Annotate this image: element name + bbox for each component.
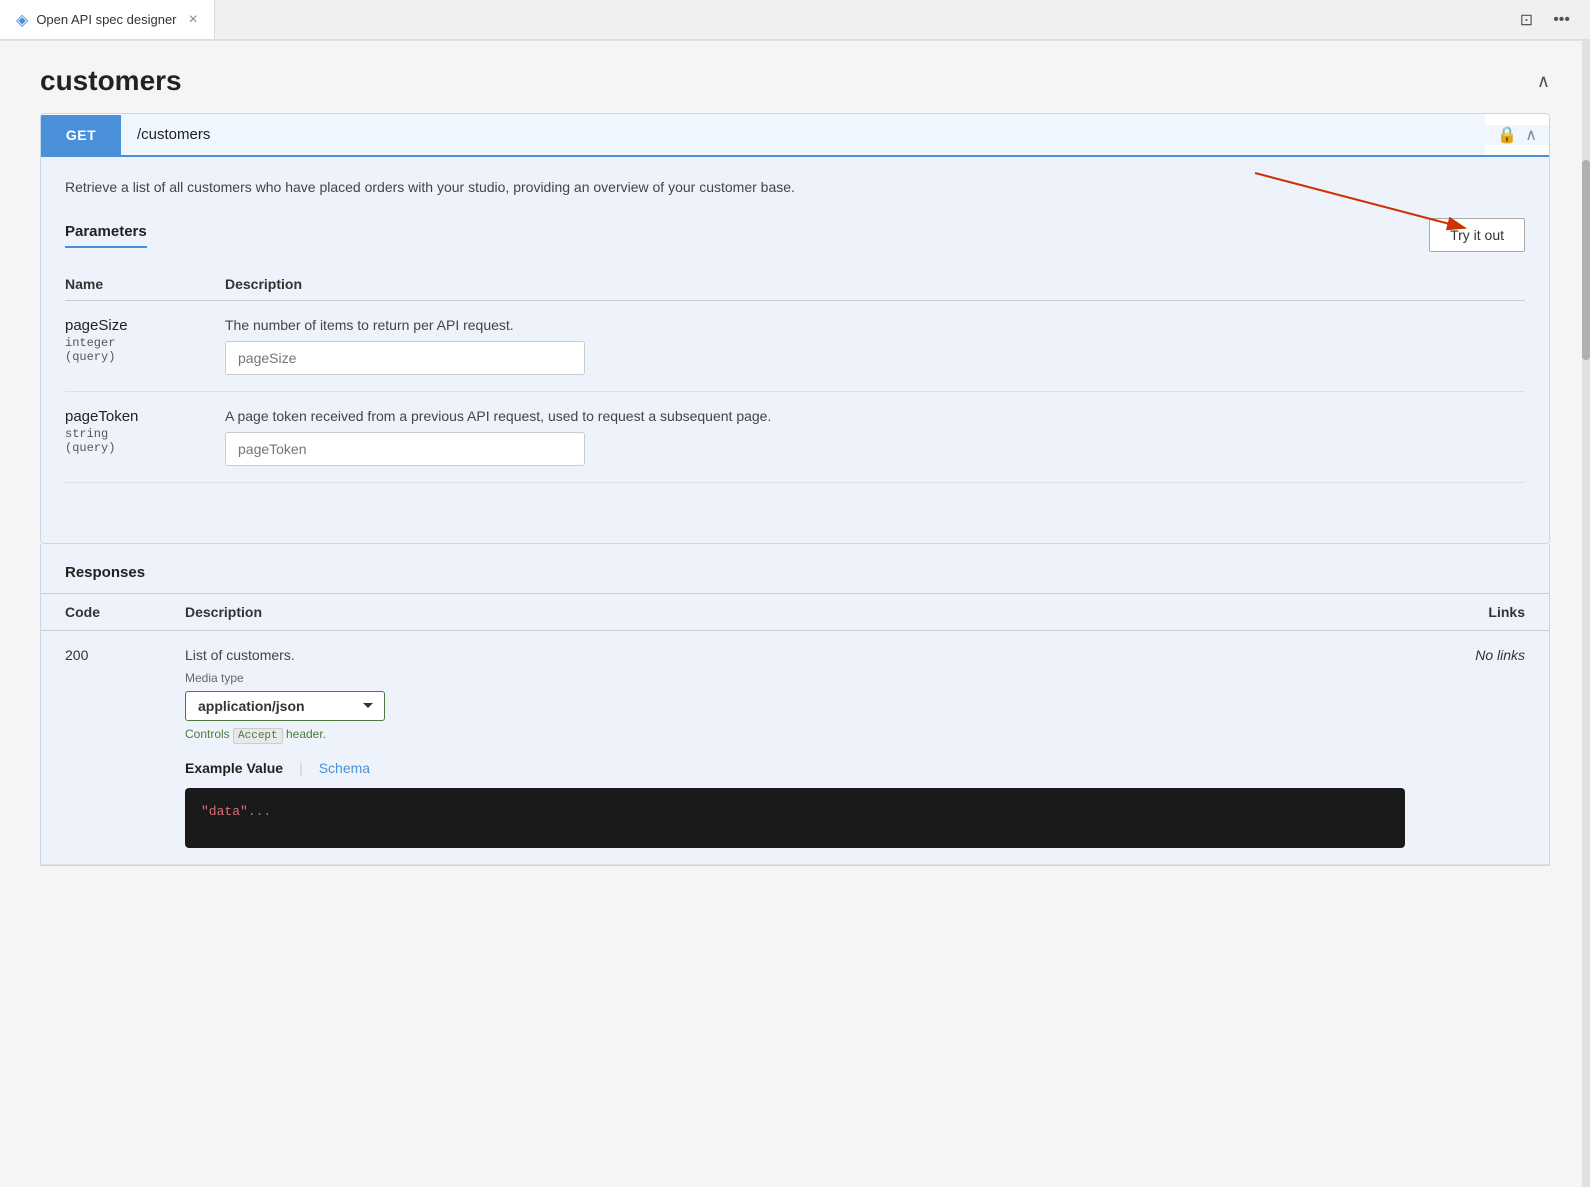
endpoint-header: GET /customers 🔒 ∧ xyxy=(41,114,1549,157)
example-tabs: Example Value | Schema xyxy=(185,756,1405,780)
response-row-200: 200 List of customers. Media type applic… xyxy=(41,631,1549,865)
media-type-select[interactable]: application/json xyxy=(185,691,385,721)
param-input-pagesize[interactable] xyxy=(225,341,585,375)
param-type-pagetoken: string(query) xyxy=(65,427,225,455)
response-links-200: No links xyxy=(1405,647,1525,663)
param-row-inner: pageSize integer(query) The number of it… xyxy=(65,317,1525,375)
param-name-text-pagesize: pageSize xyxy=(65,317,128,334)
param-name-pagetoken: pageToken string(query) xyxy=(65,408,225,455)
method-badge: GET xyxy=(41,115,121,155)
chevron-up-icon[interactable]: ∧ xyxy=(1525,125,1537,145)
more-button[interactable]: ••• xyxy=(1549,7,1574,33)
code-ellipsis: ... xyxy=(248,804,271,819)
responses-col-code: Code xyxy=(65,604,185,620)
col-name-header: Name xyxy=(65,276,225,292)
params-table-header: Name Description xyxy=(65,268,1525,301)
section-header: customers ∧ xyxy=(40,65,1550,97)
responses-section: Responses Code Description Links 200 Lis… xyxy=(40,544,1550,866)
param-desc-pagesize: The number of items to return per API re… xyxy=(225,317,1525,375)
example-value-tab[interactable]: Example Value xyxy=(185,756,283,780)
endpoint-icons: 🔒 ∧ xyxy=(1485,125,1549,145)
media-type-label: Media type xyxy=(185,671,1405,685)
example-value-row: Example Value | Schema "data"... xyxy=(185,756,1405,848)
section-title: customers xyxy=(40,65,182,97)
response-code-200: 200 xyxy=(65,647,185,663)
param-name-text-pagetoken: pageToken xyxy=(65,408,138,425)
main-content: customers ∧ GET /customers 🔒 ∧ Retrieve … xyxy=(0,41,1590,1187)
collapse-button[interactable]: ∧ xyxy=(1537,71,1550,92)
response-description-200: List of customers. xyxy=(185,647,1405,663)
layout-icon: ⊡ xyxy=(1520,12,1533,29)
responses-table: Code Description Links 200 List of custo… xyxy=(41,593,1549,865)
layout-button[interactable]: ⊡ xyxy=(1516,6,1537,34)
open-api-tab[interactable]: ◈ Open API spec designer × xyxy=(0,0,215,39)
code-key: "data" xyxy=(201,804,248,819)
tab-label: Open API spec designer xyxy=(36,12,176,27)
lock-icon: 🔒 xyxy=(1497,125,1517,145)
param-input-pagetoken[interactable] xyxy=(225,432,585,466)
param-row-inner-pagetoken: pageToken string(query) A page token rec… xyxy=(65,408,1525,466)
param-row-pagetoken: pageToken string(query) A page token rec… xyxy=(65,392,1525,483)
response-desc-200: List of customers. Media type applicatio… xyxy=(185,647,1405,848)
schema-tab[interactable]: Schema xyxy=(319,756,370,780)
tab-bar: ◈ Open API spec designer × ⊡ ••• xyxy=(0,0,1590,40)
endpoint-card: GET /customers 🔒 ∧ Retrieve a list of al… xyxy=(40,113,1550,544)
param-description-pagesize: The number of items to return per API re… xyxy=(225,317,1525,333)
collapse-icon: ∧ xyxy=(1537,71,1550,91)
responses-col-links: Links xyxy=(1405,604,1525,620)
responses-card: Responses Code Description Links 200 Lis… xyxy=(40,544,1550,866)
tab-actions: ⊡ ••• xyxy=(1516,6,1590,34)
scrollbar-thumb[interactable] xyxy=(1582,160,1590,360)
responses-col-description: Description xyxy=(185,604,1405,620)
param-description-pagetoken: A page token received from a previous AP… xyxy=(225,408,1525,424)
tab-close-button[interactable]: × xyxy=(189,11,198,29)
endpoint-path: /customers xyxy=(121,114,1485,155)
parameters-table: Name Description pageSize integer(query) xyxy=(65,268,1525,483)
parameters-section: Parameters Try it out Name Description xyxy=(65,218,1525,483)
endpoint-body: Retrieve a list of all customers who hav… xyxy=(41,157,1549,543)
parameters-label: Parameters xyxy=(65,223,147,248)
param-desc-pagetoken: A page token received from a previous AP… xyxy=(225,408,1525,466)
tab-separator: | xyxy=(299,760,303,776)
more-icon: ••• xyxy=(1553,11,1570,28)
responses-table-header: Code Description Links xyxy=(41,593,1549,631)
accept-badge: Accept xyxy=(233,728,283,744)
responses-label: Responses xyxy=(41,544,1549,593)
param-row-pagesize: pageSize integer(query) The number of it… xyxy=(65,301,1525,392)
col-desc-header: Description xyxy=(225,276,1525,292)
scrollbar-track[interactable] xyxy=(1582,40,1590,1187)
controls-text: Controls Accept header. xyxy=(185,727,1405,744)
code-block: "data"... xyxy=(185,788,1405,848)
tab-icon: ◈ xyxy=(16,10,28,30)
annotation-arrow xyxy=(1245,163,1525,243)
param-type-pagesize: integer(query) xyxy=(65,336,225,364)
param-name-pagesize: pageSize integer(query) xyxy=(65,317,225,364)
